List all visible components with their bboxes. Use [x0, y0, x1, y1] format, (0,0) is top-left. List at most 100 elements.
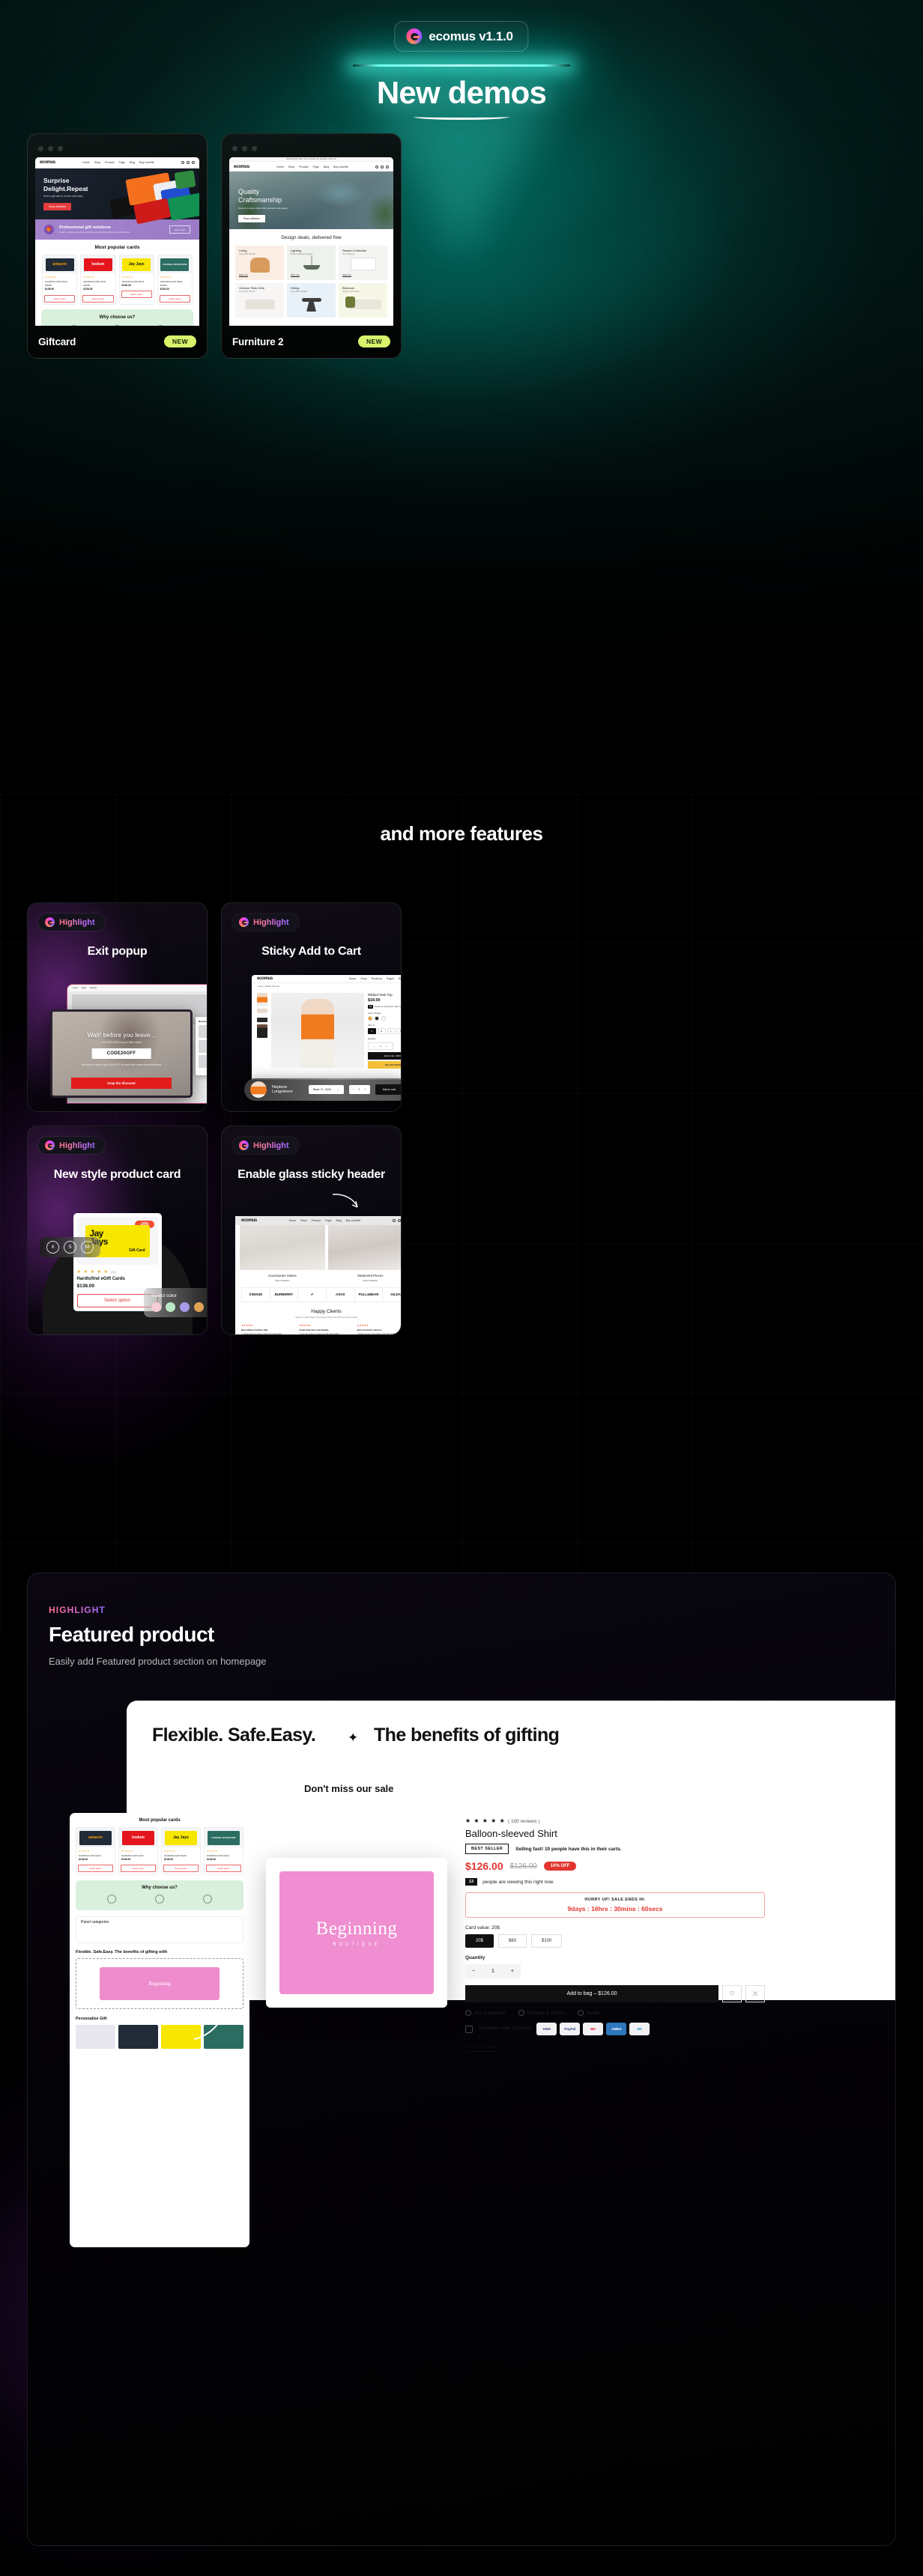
- quantity-stepper[interactable]: −1 +: [368, 1042, 393, 1050]
- mini-icons: [375, 165, 389, 168]
- product-tile[interactable]: amazon ★★★★★ Hardtofind eGift Cards FROM…: [42, 255, 78, 305]
- amex-icon: AMEX: [606, 2023, 627, 2035]
- increment-button[interactable]: +: [511, 1969, 514, 1974]
- size-label: Size: S: [368, 1024, 375, 1027]
- demo-card-furniture2[interactable]: Spring Fashion Sale: Time to refresh you…: [221, 133, 402, 359]
- product-from: FROM: [83, 284, 91, 287]
- feature-card-product-card[interactable]: Highlight New style product card -20% Ja…: [27, 1126, 208, 1335]
- select-option-button[interactable]: Select option: [159, 294, 190, 303]
- shop-collection-button[interactable]: Shop collection: [43, 203, 71, 211]
- mini-product[interactable]: CHOOSE ADVENTURE ★★★★★ Hardtofind eGift C…: [204, 1827, 243, 1875]
- size-options[interactable]: S M L XL: [368, 1028, 401, 1034]
- share-link[interactable]: Share: [577, 2010, 599, 2016]
- category-cell[interactable]: Dining Up to 60% off table: [287, 283, 336, 318]
- paypal-button[interactable]: Buy with PayPal: [368, 1061, 401, 1069]
- brand-logos: SSENSE BURBERRY ✔ ASOS PULL&BEAR GILDAN: [241, 1287, 401, 1302]
- color-quick-picker[interactable]: Select color: [144, 1288, 207, 1317]
- demo-card-giftcard[interactable]: ecomus Home Shop Product Page Blog Buy n…: [27, 133, 208, 359]
- collection-item[interactable]: Accessories Galore Shop Collection: [240, 1216, 325, 1282]
- menu-item: Page: [312, 165, 319, 168]
- account-icon: [398, 1219, 401, 1222]
- feature-title: Sticky Add to Cart: [261, 945, 361, 958]
- select-option-button[interactable]: Select option: [163, 1865, 199, 1872]
- shop-collection-button[interactable]: Shop collection: [238, 214, 265, 222]
- more-payment-options[interactable]: More payment options: [368, 1070, 401, 1072]
- collection-cta[interactable]: Shop Collection: [328, 1279, 402, 1282]
- category-cta[interactable]: Shop now: [239, 274, 248, 277]
- feature-title: Enable glass sticky header: [237, 1168, 385, 1181]
- category-cell[interactable]: Season Collection Free shipping Shop now: [339, 246, 387, 280]
- ask-question-link[interactable]: Ask a question: [465, 2010, 506, 2016]
- featured-product-section: HIGHLIGHT Featured product Easily add Fe…: [0, 1573, 923, 2576]
- version-badge[interactable]: ecomus v1.1.0: [394, 21, 529, 52]
- category-cell[interactable]: Outdoor Patio Sets Up to 60% off sofa: [235, 283, 284, 318]
- view-full-details-link[interactable]: View full details: [465, 2044, 499, 2052]
- category-grid: Living Up to 60% off chair Shop now Ligh…: [229, 240, 393, 318]
- decrement-button[interactable]: −: [472, 1969, 475, 1974]
- feature-card-exit-popup[interactable]: Highlight Exit popup Home Shop Product R…: [27, 902, 208, 1112]
- category-cell[interactable]: Lighting Modern lighting is poised Shop …: [287, 246, 336, 280]
- card-value-options[interactable]: 20$ $60 $100: [465, 1934, 765, 1948]
- featured-product-slot[interactable]: Beginning: [76, 1957, 243, 2009]
- section-title: Featured product: [49, 1623, 214, 1646]
- feature-card-sticky-add-to-cart[interactable]: Highlight Sticky Add to Cart ecomus Home…: [221, 902, 402, 1112]
- price-old: $126.00: [509, 1862, 537, 1871]
- select-option-button[interactable]: Select option: [82, 294, 114, 303]
- recommended-panel: Recommended: [196, 1017, 207, 1075]
- product-image: [271, 993, 364, 1068]
- color-swatches[interactable]: [368, 1016, 401, 1021]
- product-tile[interactable]: bodum ★★★★★ Hardtofind eGift Cards FROM …: [80, 255, 116, 305]
- hero-section: ecomus v1.1.0 New demos ecomus Home Shop…: [0, 0, 923, 794]
- delivery-return-link[interactable]: Delivery & Return: [518, 2010, 566, 2016]
- collection-cta[interactable]: Shop Collection: [240, 1279, 325, 1282]
- ecomus-logo-icon: [406, 28, 423, 44]
- product-thumb: bodum: [83, 258, 112, 271]
- card-value-label: Card value: 20$: [465, 1925, 500, 1931]
- exit-popup-modal: Wait! before you leave... Get 20% off fo…: [50, 1009, 193, 1098]
- product-tile[interactable]: CHOOSE ADVENTURE ★★★★★ Hardtofind eGift …: [157, 255, 193, 305]
- promo-subtitle: Send 1-1,000+ customised eGift cards ins…: [59, 231, 130, 234]
- thumbnail-list[interactable]: [257, 993, 267, 1072]
- select-option-button[interactable]: Select option: [78, 1865, 113, 1872]
- visa-icon: VISA: [536, 2023, 557, 2035]
- variant-select[interactable]: Black / S - $120 ⌄: [308, 1085, 344, 1094]
- quantity-stepper[interactable]: −1 +: [348, 1085, 370, 1094]
- highlight-badge: Highlight: [38, 914, 105, 931]
- size-option: L: [387, 1028, 395, 1034]
- sticky-add-to-cart-bar[interactable]: Neptune Longsleeve Black / S - $120 ⌄ −1…: [244, 1078, 401, 1101]
- product-price: $138.00: [45, 288, 55, 291]
- countdown-box: HURRY UP! SALE ENDS IN: 9days : 16hrs : …: [465, 1892, 765, 1918]
- viewing-text: People are viewing this right now: [374, 1006, 402, 1008]
- card-outline-icon: [112, 325, 121, 326]
- category-cta[interactable]: Shop now: [291, 274, 300, 277]
- category-cta[interactable]: Shop now: [342, 274, 351, 277]
- mini-product[interactable]: Jay Jays ★★★★★ Hardtofind eGift Cards $138…: [161, 1827, 201, 1875]
- select-option-button[interactable]: Select option: [44, 294, 76, 303]
- select-option-button[interactable]: Select option: [121, 1865, 156, 1872]
- beginning-product-card[interactable]: Beginning BOUTIQUE: [266, 1858, 447, 2008]
- select-option-button[interactable]: Select option: [206, 1865, 241, 1872]
- wishlist-icon[interactable]: ♡: [722, 1985, 742, 2002]
- sticky-add-button[interactable]: Add to cart: [375, 1084, 401, 1095]
- grab-discount-button[interactable]: Grap the discount: [71, 1078, 172, 1089]
- color-label: Color: Orange: [368, 1012, 381, 1015]
- feature-card-glass-header[interactable]: Highlight Enable glass sticky header eco…: [221, 1126, 402, 1335]
- product-links: Ask a question Delivery & Return Share: [465, 2010, 765, 2016]
- add-to-cart-button[interactable]: Add to cart - $18.00: [368, 1052, 401, 1060]
- learn-more-button[interactable]: Learn more: [169, 225, 190, 234]
- category-cell[interactable]: Bedroom Snoozy and snazzy: [339, 283, 387, 318]
- compare-icon[interactable]: ⤬: [745, 1985, 765, 2002]
- mini-product[interactable]: amazon ★★★★★ Hardtofind eGift Cards $138.0…: [76, 1827, 115, 1875]
- add-to-bag-button[interactable]: Add to bag – $126.00: [465, 1985, 718, 2002]
- features-section: and more features Highlight Exit popup H…: [0, 794, 923, 1632]
- size-quick-picker[interactable]: X S M: [40, 1237, 100, 1257]
- mini-product[interactable]: bodum ★★★★★ Hardtofind eGift Cards $138.00…: [118, 1827, 158, 1875]
- color-swatches[interactable]: [151, 1302, 204, 1312]
- sparkle-icon: ✦: [348, 1731, 359, 1745]
- product-tile[interactable]: Jay Jays ★★★★★ Hardtofind eGift Cards $1…: [118, 255, 154, 305]
- collection-item[interactable]: Statement Pieces Shop Collection: [327, 1216, 402, 1282]
- collection-title: Statement Pieces: [357, 1274, 384, 1278]
- category-cell[interactable]: Living Up to 60% off chair Shop now: [235, 246, 284, 280]
- select-option-button[interactable]: Select option: [121, 291, 152, 298]
- quantity-stepper[interactable]: − 1 +: [465, 1964, 521, 1978]
